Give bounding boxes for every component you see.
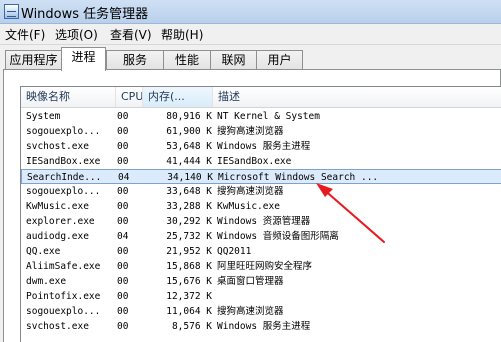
- memory-cell: 21,952 K: [166, 246, 212, 257]
- cpu-cell: 00: [117, 276, 129, 287]
- description-cell: Windows 音频设备图形隔离: [217, 231, 339, 242]
- process-name-cell: svchost.exe: [26, 141, 89, 152]
- cpu-cell: 00: [117, 261, 129, 272]
- task-manager-window: Windows 任务管理器 文件(F) 选项(O) 查看(V) 帮助(H) 应用…: [0, 0, 501, 342]
- memory-cell: 53,648 K: [166, 141, 212, 152]
- tab-networking[interactable]: 联网: [210, 50, 257, 70]
- memory-cell: 25,732 K: [166, 231, 212, 242]
- description-cell: 搜狗高速浏览器: [217, 186, 284, 197]
- table-row[interactable]: svchost.exe 00 8,576 K Windows 服务主进程: [21, 319, 501, 334]
- table-row-selected[interactable]: SearchInde... 04 34,140 K Microsoft Windows…: [21, 169, 501, 184]
- description-cell: QQ2011: [217, 246, 252, 257]
- description-cell: Microsoft Windows Search ...: [218, 172, 379, 183]
- process-name-cell: SearchInde...: [27, 172, 102, 183]
- table-row[interactable]: KwMusic.exe 00 33,288 K KwMusic.exe: [21, 199, 501, 214]
- process-name-cell: audiodg.exe: [26, 231, 89, 242]
- cpu-cell: 04: [117, 231, 129, 242]
- table-row[interactable]: audiodg.exe 04 25,732 K Windows 音频设备图形隔离: [21, 229, 501, 244]
- cpu-cell: 00: [117, 321, 129, 332]
- memory-cell: 11,064 K: [166, 306, 212, 317]
- description-cell: 桌面窗口管理器: [217, 276, 284, 287]
- window-title: Windows 任务管理器: [21, 7, 149, 22]
- memory-cell: 80,916 K: [166, 111, 212, 122]
- description-cell: Windows 服务主进程: [217, 321, 311, 332]
- table-row[interactable]: explorer.exe 00 30,292 K Windows 资源管理器: [21, 214, 501, 229]
- memory-cell: 15,676 K: [166, 276, 212, 287]
- description-cell: [217, 289, 501, 304]
- cpu-cell: 00: [117, 111, 129, 122]
- description-cell: Windows 资源管理器: [217, 216, 311, 227]
- process-name-cell: KwMusic.exe: [26, 201, 89, 212]
- memory-cell: 34,140 K: [167, 172, 213, 183]
- process-name-cell: QQ.exe: [26, 246, 61, 257]
- table-row[interactable]: sogouexplo... 00 61,900 K 搜狗高速浏览器: [21, 124, 501, 139]
- menu-bar: 文件(F) 选项(O) 查看(V) 帮助(H): [0, 24, 501, 45]
- column-header-description[interactable]: 描述: [213, 87, 501, 107]
- tab-services[interactable]: 服务: [106, 50, 164, 70]
- table-row[interactable]: sogouexplo... 00 33,648 K 搜狗高速浏览器: [21, 184, 501, 199]
- tab-users[interactable]: 用户: [256, 50, 303, 70]
- memory-cell: 12,372 K: [166, 291, 212, 302]
- table-row[interactable]: Pointofix.exe 00 12,372 K: [21, 289, 501, 304]
- process-name-cell: dwm.exe: [26, 276, 67, 287]
- cpu-cell: 00: [117, 306, 129, 317]
- memory-cell: 8,576 K: [171, 321, 212, 332]
- description-cell: 搜狗高速浏览器: [217, 306, 284, 317]
- table-row[interactable]: System 00 80,916 K NT Kernel & System: [21, 109, 501, 124]
- description-cell: IESandBox.exe: [217, 156, 292, 167]
- table-row[interactable]: QQ.exe 00 21,952 K QQ2011: [21, 244, 501, 259]
- table-row[interactable]: svchost.exe 00 53,648 K Windows 服务主进程: [21, 139, 501, 154]
- description-cell: KwMusic.exe: [217, 201, 280, 212]
- cpu-cell: 00: [117, 216, 129, 227]
- task-manager-app-icon: [4, 4, 19, 19]
- process-name-cell: svchost.exe: [26, 321, 89, 332]
- process-name-cell: Pointofix.exe: [26, 291, 101, 302]
- process-list-header: 映像名称 CPU 内存(... 描述: [21, 87, 501, 108]
- tab-performance[interactable]: 性能: [163, 50, 211, 70]
- description-cell: 搜狗高速浏览器: [217, 126, 284, 137]
- cpu-cell: 00: [117, 141, 129, 152]
- table-row[interactable]: IESandBox.exe 00 41,444 K IESandBox.exe: [21, 154, 501, 169]
- title-bar[interactable]: Windows 任务管理器: [0, 0, 501, 24]
- process-name-cell: explorer.exe: [26, 216, 95, 227]
- menu-file[interactable]: 文件(F): [5, 26, 45, 43]
- cpu-cell: 00: [117, 291, 129, 302]
- cpu-cell: 00: [117, 201, 129, 212]
- tab-applications[interactable]: 应用程序: [5, 50, 62, 70]
- process-list[interactable]: 映像名称 CPU 内存(... 描述 System 00 80,916 K NT Ke…: [20, 86, 501, 342]
- process-name-cell: System: [26, 111, 61, 122]
- table-row[interactable]: AliimSafe.exe 00 15,868 K 阿里旺旺网购安全程序: [21, 259, 501, 274]
- table-row[interactable]: sogouexplo... 00 11,064 K 搜狗高速浏览器: [21, 304, 501, 319]
- description-cell: Windows 服务主进程: [217, 141, 311, 152]
- process-name-cell: sogouexplo...: [26, 186, 101, 197]
- description-cell: NT Kernel & System: [217, 111, 320, 122]
- process-name-cell: sogouexplo...: [26, 306, 101, 317]
- cpu-cell: 00: [117, 186, 129, 197]
- column-header-image-name[interactable]: 映像名称: [21, 87, 116, 107]
- menu-view[interactable]: 查看(V): [110, 26, 152, 43]
- tab-processes[interactable]: 进程: [61, 47, 106, 71]
- column-header-memory[interactable]: 内存(...: [143, 87, 213, 107]
- column-header-cpu[interactable]: CPU: [116, 87, 143, 107]
- memory-cell: 33,648 K: [166, 186, 212, 197]
- memory-cell: 15,868 K: [166, 261, 212, 272]
- process-name-cell: sogouexplo...: [26, 126, 101, 137]
- process-name-cell: IESandBox.exe: [26, 156, 101, 167]
- menu-options[interactable]: 选项(O): [55, 26, 98, 43]
- table-row[interactable]: dwm.exe 00 15,676 K 桌面窗口管理器: [21, 274, 501, 289]
- memory-cell: 41,444 K: [166, 156, 212, 167]
- cpu-cell: 04: [118, 172, 130, 183]
- memory-cell: 33,288 K: [166, 201, 212, 212]
- description-cell: 阿里旺旺网购安全程序: [217, 261, 313, 272]
- cpu-cell: 00: [117, 246, 129, 257]
- memory-cell: 61,900 K: [166, 126, 212, 137]
- menu-help[interactable]: 帮助(H): [161, 26, 203, 43]
- process-name-cell: AliimSafe.exe: [26, 261, 101, 272]
- memory-cell: 30,292 K: [166, 216, 212, 227]
- cpu-cell: 00: [117, 126, 129, 137]
- cpu-cell: 00: [117, 156, 129, 167]
